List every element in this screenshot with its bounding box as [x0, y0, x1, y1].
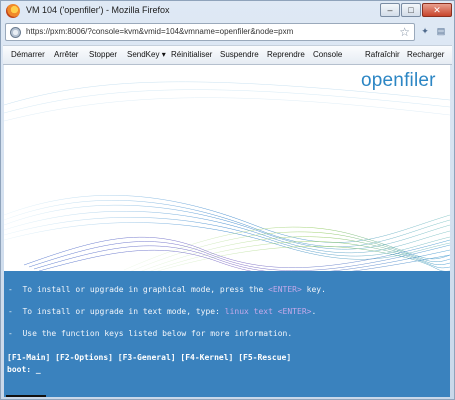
minimize-button[interactable]: – [380, 3, 400, 17]
openfiler-logo: openfiler [361, 70, 436, 91]
url-text[interactable]: https://pxm:8006/?console=kvm&vmid=104&v… [26, 27, 293, 36]
addon-icons: ✦ ▤ [419, 25, 447, 37]
suspend-button[interactable]: Suspendre [220, 50, 259, 59]
close-button[interactable]: ✕ [422, 3, 452, 17]
reset-button[interactable]: Réinitialiser [171, 50, 212, 59]
function-keys-bar: [F1-Main] [F2-Options] [F3-General] [F4-… [7, 353, 292, 362]
console-line1-end: key. [301, 285, 326, 294]
splash-wave-graphic [4, 81, 450, 275]
url-bar[interactable]: https://pxm:8006/?console=kvm&vmid=104&v… [5, 23, 415, 41]
resume-button[interactable]: Reprendre [267, 50, 305, 59]
addon-menu-icon[interactable]: ▤ [435, 25, 447, 37]
stop-button[interactable]: Stopper [89, 50, 117, 59]
window-controls: – □ ✕ [380, 3, 452, 17]
reload-button[interactable]: Recharger [407, 50, 444, 59]
vm-console-toolbar: Démarrer Arrêter Stopper SendKey ▾ Réini… [3, 45, 452, 65]
vm-console-screen[interactable]: openfiler - To install or upgrade in gra… [4, 65, 450, 397]
chevron-down-icon: ▾ [161, 50, 166, 59]
console-line-function-keys: - Use the function keys listed below for… [8, 329, 293, 338]
console-line-graphical: - To install or upgrade in graphical mod… [8, 285, 326, 294]
title-bar[interactable]: VM 104 ('openfiler') - Mozilla Firefox –… [1, 1, 455, 21]
maximize-button[interactable]: □ [401, 3, 421, 17]
sendkey-menu[interactable]: SendKey ▾ [127, 50, 166, 59]
firefox-icon [6, 4, 20, 18]
console-button[interactable]: Console [313, 50, 342, 59]
firefox-window: VM 104 ('openfiler') - Mozilla Firefox –… [0, 0, 455, 400]
bookmark-star-icon[interactable]: ☆ [399, 25, 410, 39]
console-line1-text: - To install or upgrade in graphical mod… [8, 285, 269, 294]
shutdown-button[interactable]: Arrêter [54, 50, 78, 59]
linux-text-hint: linux text <ENTER> [224, 307, 312, 316]
site-identity-icon[interactable] [10, 27, 21, 38]
console-line2-text: - To install or upgrade in text mode, ty… [8, 307, 225, 316]
console-line-text-mode: - To install or upgrade in text mode, ty… [8, 307, 316, 316]
start-button[interactable]: Démarrer [11, 50, 45, 59]
boot-console-text: - To install or upgrade in graphical mod… [4, 271, 450, 397]
window-title: VM 104 ('openfiler') - Mozilla Firefox [26, 5, 170, 15]
console-cursor [6, 395, 46, 397]
enter-key-hint: <ENTER> [268, 285, 302, 294]
addon-puzzle-icon[interactable]: ✦ [419, 25, 431, 37]
sendkey-label: SendKey [127, 50, 160, 59]
boot-prompt[interactable]: boot: _ [7, 365, 41, 374]
console-line2-end: . [311, 307, 317, 316]
refresh-button[interactable]: Rafraîchir [365, 50, 400, 59]
